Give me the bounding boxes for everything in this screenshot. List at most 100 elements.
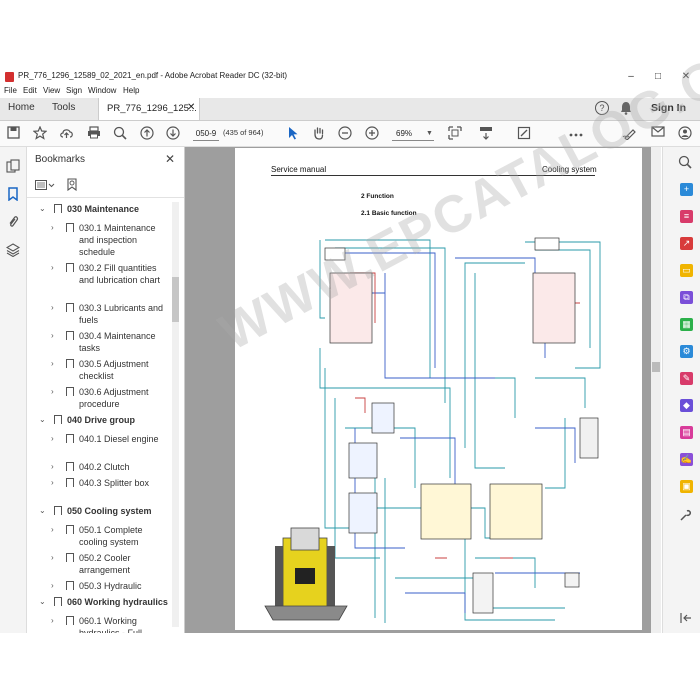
bookmark-label: 030.3 Lubricants and fuels [79,303,164,325]
page-up-icon[interactable] [139,126,154,141]
menu-sign[interactable]: Sign [66,86,82,95]
bookmark-icon[interactable] [5,187,21,203]
bookmark-options-icon[interactable] [35,180,55,190]
send-for-review-icon[interactable]: ▣ [680,480,693,493]
bookmark-marker-icon [66,478,74,487]
bookmarks-scroll-thumb[interactable] [172,277,179,322]
edit-pdf-icon[interactable]: ≡ [680,210,693,223]
bookmark-label: 030.5 Adjustment checklist [79,359,149,381]
panel-divider [27,197,184,198]
menu-window[interactable]: Window [88,86,116,95]
bookmark-label: 030.6 Adjustment procedure [79,387,149,409]
bookmarks-title: Bookmarks [35,154,86,165]
comment-tool-icon[interactable]: ▭ [680,264,693,277]
save-icon[interactable] [6,126,21,141]
collapse-panel-icon[interactable] [680,612,692,624]
bookmark-marker-icon [66,434,74,443]
page-number-input[interactable]: 050-9 [193,127,219,141]
paperclip-icon[interactable] [5,215,21,231]
scan-icon[interactable]: ⚙ [680,345,693,358]
bookmark-marker-icon [66,263,74,272]
bookmarks-scrollbar[interactable] [172,202,179,627]
tab-document[interactable]: PR_776_1296_125... ✕ [98,98,200,120]
bookmark-marker-icon [66,223,74,232]
layers-icon[interactable] [5,243,21,259]
scroll-mode-icon[interactable] [478,126,493,141]
page-fit-icon[interactable] [447,126,462,141]
expand-chevron-icon[interactable]: › [51,434,54,443]
document-scrollbar[interactable] [651,147,661,633]
bookmark-label: 060.1 Working hydraulics - Full overview [79,616,143,633]
tab-tools[interactable]: Tools [52,102,75,113]
bookmark-label: 030.2 Fill quantities and lubrication ch… [79,263,161,285]
document-scroll-thumb[interactable] [652,362,660,372]
upload-icon[interactable] [59,126,74,141]
expand-chevron-icon[interactable]: › [51,616,54,625]
print-icon[interactable] [86,126,101,141]
collapse-chevron-icon[interactable]: ⌄ [39,415,46,424]
collapse-chevron-icon[interactable]: ⌄ [39,204,46,213]
expand-chevron-icon[interactable]: › [51,331,54,340]
expand-chevron-icon[interactable]: › [51,581,54,590]
protect-icon[interactable]: ◆ [680,399,693,412]
bookmark-label: 060 Working hydraulics [67,597,168,607]
zoom-in-icon[interactable] [364,126,379,141]
page-count-label: (435 of 964) [223,128,264,137]
create-pdf-icon[interactable]: + [680,183,693,196]
search-icon[interactable] [678,155,692,169]
wrench-icon[interactable] [679,509,692,522]
expand-chevron-icon[interactable]: › [51,525,54,534]
collapse-chevron-icon[interactable]: ⌄ [39,506,46,515]
find-bookmark-icon[interactable] [67,178,78,192]
zoom-search-icon[interactable] [112,126,127,141]
title-bar: PR_776_1296_12589_02_2021_en.pdf - Adobe… [0,68,700,86]
tab-home[interactable]: Home [8,102,35,113]
bookmark-label: 030.1 Maintenance and inspection schedul… [79,223,156,257]
expand-chevron-icon[interactable]: › [51,303,54,312]
menu-view[interactable]: View [43,86,60,95]
select-cursor-icon[interactable] [285,126,300,141]
collapse-chevron-icon[interactable]: ⌄ [39,597,46,606]
bookmark-label: 040 Drive group [67,415,136,425]
bookmark-marker-icon [54,506,62,515]
expand-chevron-icon[interactable]: › [51,387,54,396]
combine-files-icon[interactable]: ⧉ [680,291,693,304]
bookmark-marker-icon [54,597,62,606]
prepare-form-icon[interactable]: ▤ [680,426,693,439]
export-pdf-icon[interactable]: ↗ [680,237,693,250]
star-icon[interactable] [31,125,48,141]
section-heading: 2 Function [361,193,394,200]
expand-chevron-icon[interactable]: › [51,223,54,232]
menu-edit[interactable]: Edit [23,86,37,95]
close-tab-icon[interactable]: ✕ [187,102,195,113]
organize-pages-icon[interactable]: ▦ [680,318,693,331]
hand-tool-icon[interactable] [311,126,326,141]
page-header-left: Service manual [271,165,327,174]
menu-help[interactable]: Help [123,86,139,95]
bookmark-marker-icon [66,581,74,590]
chevron-down-icon[interactable]: ▼ [422,126,437,141]
tab-document-label: PR_776_1296_125... [107,103,197,114]
page-thumbnails-icon[interactable] [5,159,21,175]
expand-chevron-icon[interactable]: › [51,553,54,562]
bookmark-label: 030.4 Maintenance tasks [79,331,156,353]
fill-sign-icon[interactable]: ✎ [680,372,693,385]
request-signature-icon[interactable]: ✍ [680,453,693,466]
page-down-icon[interactable] [165,126,180,141]
bookmark-marker-icon [66,553,74,562]
close-panel-icon[interactable]: ✕ [165,152,175,166]
bookmark-marker-icon [66,525,74,534]
expand-chevron-icon[interactable]: › [51,478,54,487]
right-tools-rail: + ≡ ↗ ▭ ⧉ ▦ ⚙ ✎ ◆ ▤ ✍ ▣ [662,147,700,633]
expand-chevron-icon[interactable]: › [51,462,54,471]
zoom-out-icon[interactable] [337,126,352,141]
comment-icon[interactable] [516,126,531,141]
bookmark-marker-icon [66,387,74,396]
expand-chevron-icon[interactable]: › [51,263,54,272]
bookmark-label: 040.2 Clutch [79,462,130,472]
bookmark-label: 050.2 Cooler arrangement [79,553,131,575]
expand-chevron-icon[interactable]: › [51,359,54,368]
bookmark-label: 050 Cooling system [67,506,152,516]
minimize-button[interactable]: – [624,70,638,84]
menu-file[interactable]: File [4,86,17,95]
